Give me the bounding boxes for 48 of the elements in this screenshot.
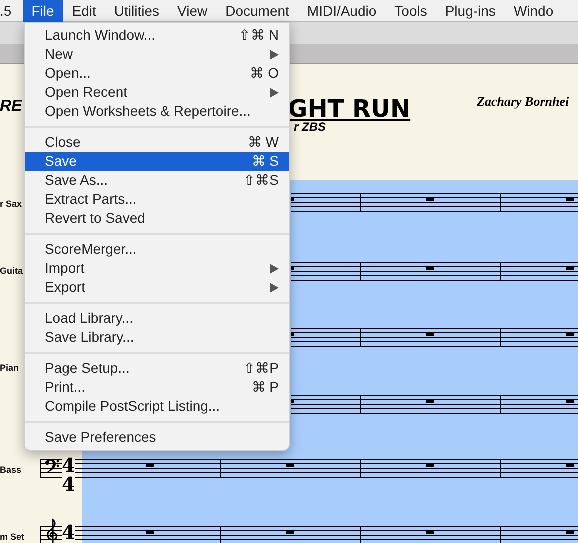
menu-item[interactable]: Revert to Saved [25, 209, 289, 228]
menu-item[interactable]: Load Library... [25, 309, 289, 328]
shortcut-text: ⌘ W [248, 133, 279, 152]
menu-bar-item[interactable]: Plug-ins [436, 0, 505, 22]
menu-item[interactable]: Import [25, 259, 289, 278]
composer-text: Zachary Bornhei [477, 93, 570, 111]
menu-item[interactable]: Extract Parts... [25, 190, 289, 209]
shortcut-text: ⌘ S [252, 152, 279, 171]
shortcut-text: ⇧⌘ N [239, 26, 279, 45]
menu-item[interactable]: Page Setup... ⇧⌘P [25, 359, 289, 378]
shortcut-text: ⌘ O [250, 64, 279, 83]
menu-item[interactable]: Launch Window... ⇧⌘ N [25, 26, 289, 45]
menu-item[interactable]: Open... ⌘ O [25, 64, 289, 83]
menu-bar-item[interactable]: Document [216, 0, 298, 22]
bass-clef-icon [44, 458, 60, 474]
menu-bar-item[interactable]: View [168, 0, 217, 22]
menu-bar-item[interactable]: MIDI/Audio [298, 0, 386, 22]
menu-item[interactable]: ScoreMerger... [25, 240, 289, 259]
shortcut-text: ⇧⌘S [244, 171, 279, 190]
menu-bar-item[interactable]: File [22, 0, 64, 22]
title-text: RE [0, 97, 22, 117]
menu-item[interactable]: Save Library... [25, 328, 289, 347]
menu-item[interactable]: Print... ⌘ P [25, 378, 289, 397]
instrument-label: Guita [0, 265, 24, 278]
shortcut-text: ⇧⌘P [244, 359, 279, 378]
menu-bar-item[interactable]: Tools [386, 0, 436, 22]
menu-item[interactable]: Close ⌘ W [25, 133, 289, 152]
menu-bar-item[interactable]: Utilities [105, 0, 168, 22]
instrument-label: Pian [0, 362, 20, 375]
menu-item[interactable]: Open Recent [25, 83, 289, 102]
menu-bar-item[interactable]: Edit [63, 0, 106, 22]
menu-item[interactable]: Save Preferences [25, 428, 289, 447]
treble-clef-icon [46, 518, 60, 543]
instrument-label: m Set [0, 531, 25, 543]
subtitle-text: r ZBS [294, 119, 326, 136]
shortcut-text: ⌘ P [252, 378, 279, 397]
time-signature-numerator: 4 [62, 524, 76, 543]
menu-bar-item[interactable]: Windo [504, 0, 563, 22]
menu-item[interactable]: Compile PostScript Listing... [25, 397, 289, 416]
menu-bar-item[interactable]: .5 [0, 0, 23, 22]
instrument-label: r Sax [0, 198, 22, 211]
menu-item[interactable]: Save As... ⇧⌘S [25, 171, 289, 190]
menu-item[interactable]: New [25, 45, 289, 64]
menu-item[interactable]: Export [25, 278, 289, 297]
menu-item[interactable]: Open Worksheets & Repertoire... [25, 102, 289, 121]
menu-item[interactable]: Save ⌘ S [25, 152, 289, 171]
time-signature-numerator: 4 [62, 457, 76, 476]
instrument-label: Bass [0, 464, 22, 477]
